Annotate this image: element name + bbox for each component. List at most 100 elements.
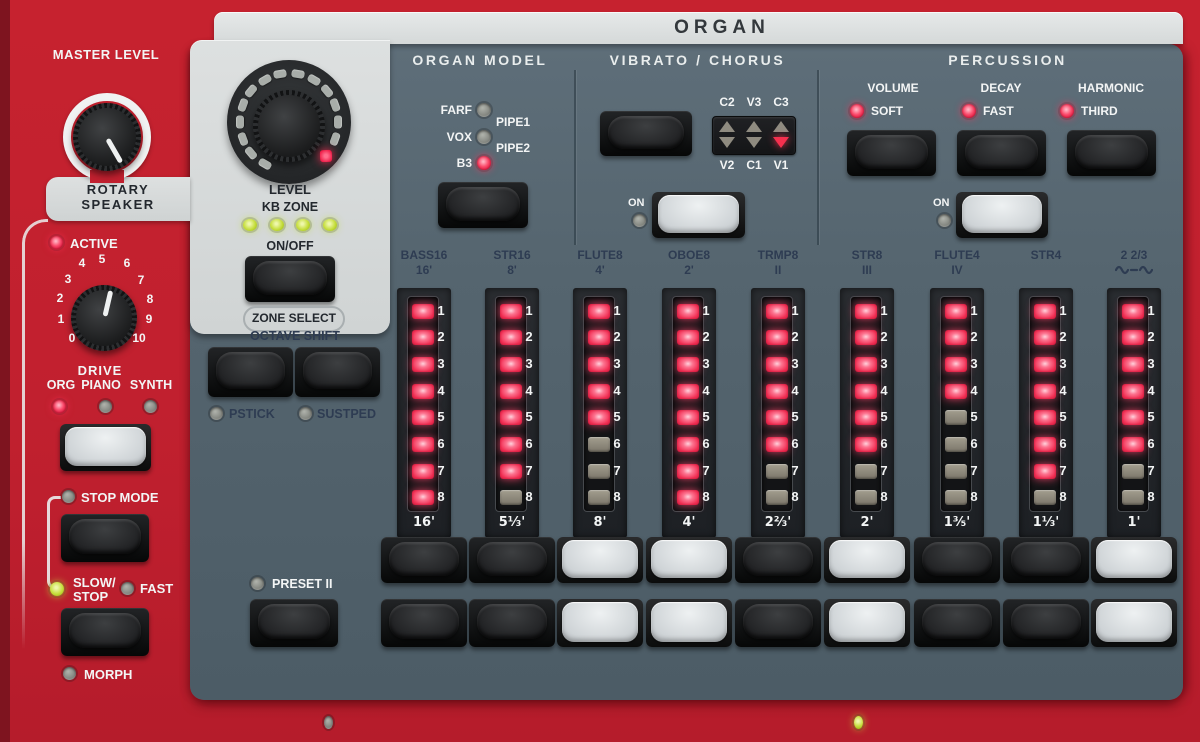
- drive-scale-8: 8: [137, 293, 163, 306]
- drawbar-led: [500, 330, 522, 345]
- button-cap: [1011, 604, 1082, 640]
- button-cap: [922, 604, 993, 640]
- drawbar-down-button-6[interactable]: [824, 599, 910, 647]
- drawbar-led: [588, 410, 610, 425]
- drawbar-led: [588, 357, 610, 372]
- drawbar-down-button-1[interactable]: [381, 599, 467, 647]
- drawbar-led: [1122, 357, 1144, 372]
- drawbar-name-1: BASS16: [378, 249, 470, 262]
- drawbar-led: [412, 490, 434, 505]
- drawbar-led-number: 8: [787, 490, 803, 504]
- drawbar-led-number: 1: [698, 304, 714, 318]
- drawbar-led-number: 5: [698, 410, 714, 424]
- drawbar-up-button-3[interactable]: [557, 537, 643, 583]
- drawbar-down-button-8[interactable]: [1003, 599, 1089, 647]
- percussion-sub-fast: FAST: [983, 105, 1014, 118]
- drawbar-led-number: 3: [787, 357, 803, 371]
- drawbar-led-number: 1: [876, 304, 892, 318]
- button-cap: [922, 542, 993, 576]
- drawbar-led-number: 5: [1143, 410, 1159, 424]
- drawbar-led-number: 7: [521, 464, 537, 478]
- drawbar-down-button-2[interactable]: [469, 599, 555, 647]
- drawbar-up-button-4[interactable]: [646, 537, 732, 583]
- percussion-volume-button[interactable]: [847, 130, 936, 176]
- percussion-harmonic-button[interactable]: [1067, 130, 1156, 176]
- drawbar-down-button-4[interactable]: [646, 599, 732, 647]
- drawbar-led: [1122, 304, 1144, 319]
- drawbar-led: [945, 330, 967, 345]
- drawbar-led-number: 5: [876, 410, 892, 424]
- drawbar-led: [855, 330, 877, 345]
- drawbar-led-number: 6: [609, 437, 625, 451]
- drawbar-led-number: 1: [609, 304, 625, 318]
- drawbar-led: [766, 357, 788, 372]
- drive-scale-0: 0: [59, 332, 85, 345]
- drawbar-led: [945, 490, 967, 505]
- drawbar-column-5: 123456782⅔': [751, 288, 805, 538]
- drawbar-up-button-7[interactable]: [914, 537, 1000, 583]
- kb-zone-led-3: [296, 219, 310, 231]
- percussion-decay-button[interactable]: [957, 130, 1046, 176]
- drawbar-led-number: 4: [1143, 384, 1159, 398]
- drawbar-led: [412, 357, 434, 372]
- drawbar-led-number: 3: [609, 357, 625, 371]
- drawbar-footage: 1⅓': [1019, 516, 1073, 530]
- drawbar-led-number: 7: [966, 464, 982, 478]
- drawbar-led: [588, 330, 610, 345]
- drawbar-led-number: 2: [433, 330, 449, 344]
- drawbar-up-button-9[interactable]: [1091, 537, 1177, 583]
- source-led-piano: [99, 400, 112, 413]
- percussion-title-decay: DECAY: [951, 82, 1051, 95]
- source-label-synth: SYNTH: [123, 379, 179, 393]
- drawbar-led: [945, 357, 967, 372]
- drawbar-up-button-2[interactable]: [469, 537, 555, 583]
- drawbar-up-button-6[interactable]: [824, 537, 910, 583]
- drawbar-led: [677, 384, 699, 399]
- drawbar-led-bar: [672, 296, 704, 512]
- drive-scale-3: 3: [55, 273, 81, 286]
- drawbar-led: [588, 437, 610, 452]
- button-cap: [829, 540, 905, 578]
- drawbar-led-number: 6: [876, 437, 892, 451]
- percussion-title-harmonic: HARMONIC: [1061, 82, 1161, 95]
- drawbar-down-button-9[interactable]: [1091, 599, 1177, 647]
- drawbar-led-bar: [583, 296, 615, 512]
- drawbar-led-number: 6: [698, 437, 714, 451]
- drawbar-led: [588, 490, 610, 505]
- drawbar-led: [766, 330, 788, 345]
- drawbar-down-button-3[interactable]: [557, 599, 643, 647]
- percussion-sub-soft: SOFT: [871, 105, 903, 118]
- vibrato-pos-label-v2: V2: [712, 159, 742, 172]
- button-cap: [651, 602, 727, 642]
- drawbar-led-number: 2: [1055, 330, 1071, 344]
- percussion-led-third: [1060, 104, 1074, 118]
- drawbar-led-number: 1: [1143, 304, 1159, 318]
- drawbar-footage: 16': [397, 516, 451, 530]
- vibrato-pos-label-c1: C1: [739, 159, 769, 172]
- kb-zone-led-4: [323, 219, 337, 231]
- drawbar-led-number: 6: [966, 437, 982, 451]
- percussion-led-fast: [962, 104, 976, 118]
- drawbar-down-button-5[interactable]: [735, 599, 821, 647]
- button-cap: [1096, 602, 1172, 642]
- drawbar-down-button-7[interactable]: [914, 599, 1000, 647]
- source-label-piano: PIANO: [76, 379, 126, 393]
- drawbar-led-number: 1: [966, 304, 982, 318]
- level-ring-segment: [306, 73, 321, 86]
- drawbar-up-button-8[interactable]: [1003, 537, 1089, 583]
- level-ring-segment: [273, 69, 287, 79]
- drawbar-led-number: 6: [787, 437, 803, 451]
- drawbar-name-9: 2 2/3: [1088, 249, 1180, 262]
- drawbar-up-button-5[interactable]: [735, 537, 821, 583]
- drawbar-led-number: 2: [787, 330, 803, 344]
- drive-scale-7: 7: [128, 274, 154, 287]
- button-cap: [743, 604, 814, 640]
- drawbar-column-7: 123456781⅗': [930, 288, 984, 538]
- drawbar-led: [766, 490, 788, 505]
- drawbar-name-7: FLUTE4: [911, 249, 1003, 262]
- drawbar-column-6: 123456782': [840, 288, 894, 538]
- drawbar-led-number: 7: [787, 464, 803, 478]
- drawbar-up-button-1[interactable]: [381, 537, 467, 583]
- level-ring-red-marker: [319, 150, 331, 162]
- drawbar-led: [1122, 464, 1144, 479]
